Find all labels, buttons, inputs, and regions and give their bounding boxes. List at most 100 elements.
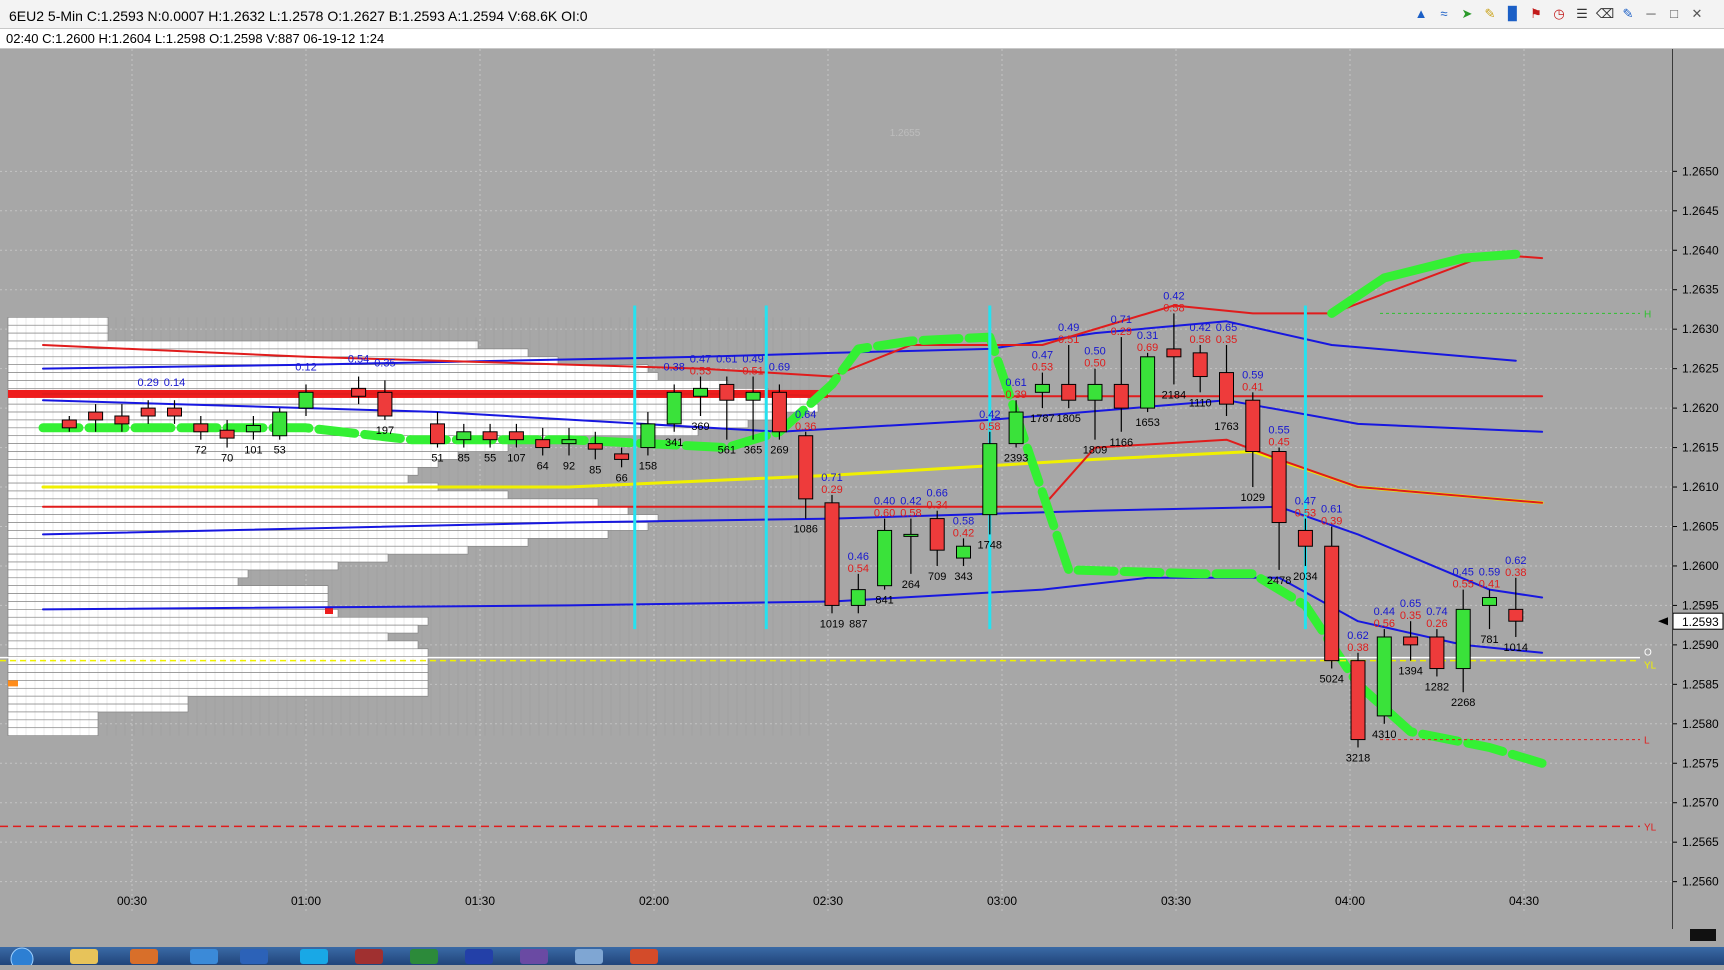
candle-bid-ratio: 0.69 (1137, 342, 1158, 354)
candle-bid-ratio: 0.35 (1400, 610, 1421, 622)
price-chart[interactable]: 1.2650 1.2645 1.2640 1.2635 1.2630 1.2625 1.26… (0, 49, 1724, 929)
time-tick-label: 03:30 (1161, 894, 1191, 908)
volume-profile-row (7, 498, 599, 508)
candle-volume: 269 (770, 445, 788, 457)
restore-icon[interactable]: □ (1665, 5, 1683, 23)
candle-down (219, 429, 235, 439)
candle-volume: 66 (615, 472, 627, 484)
candle-volume: 1029 (1241, 492, 1265, 504)
candle-down (377, 391, 393, 417)
candle-down (508, 431, 524, 441)
time-tick-label: 00:30 (117, 894, 147, 908)
candle-up (1376, 636, 1392, 717)
candle-volume: 1086 (793, 524, 817, 536)
candle-bid-ratio: 0.51 (1058, 334, 1079, 346)
close-icon[interactable]: ✕ (1688, 5, 1706, 23)
candle-ask-ratio: 0.38 (663, 361, 684, 373)
cursor-icon[interactable]: ▲ (1412, 5, 1430, 23)
p-app-icon[interactable] (465, 949, 493, 964)
volume-profile-row (7, 466, 419, 476)
media-icon[interactable] (130, 949, 158, 964)
candle-bid-ratio: 0.35 (1216, 334, 1237, 346)
price-tick-label: 1.2595 (1682, 598, 1719, 612)
chart-app-icon[interactable] (410, 949, 438, 964)
volume-profile-row (7, 553, 389, 563)
candle-volume: 1394 (1398, 666, 1422, 678)
draw-icon[interactable]: ≈ (1435, 5, 1453, 23)
candle-up (456, 431, 472, 441)
candle-ask-ratio: 0.61 (716, 354, 737, 366)
candle-ask-ratio: 0.47 (1295, 496, 1316, 508)
clock-icon[interactable]: ◷ (1550, 5, 1568, 23)
candle-down (798, 435, 814, 500)
candle-ask-ratio: 0.58 (953, 515, 974, 527)
candle-bid-ratio: 0.29 (1111, 326, 1132, 338)
candle-bid-ratio: 0.51 (742, 366, 763, 378)
app4-icon[interactable] (575, 949, 603, 964)
title-bar: 6EU2 5-Min C:1.2593 N:0.0007 H:1.2632 L:… (0, 0, 1724, 29)
candle-down (1245, 399, 1261, 453)
trash-icon[interactable]: ⌫ (1596, 5, 1614, 23)
app2-icon[interactable] (355, 949, 383, 964)
candle-down (1271, 451, 1287, 524)
price-tick-label: 1.2585 (1682, 677, 1719, 691)
candle-volume: 1748 (978, 539, 1002, 551)
candle-bid-ratio: 0.53 (1295, 508, 1316, 520)
candle-bid-ratio: 0.38 (1347, 642, 1368, 654)
last-price-arrow (1658, 617, 1668, 626)
candle-volume: 1282 (1425, 681, 1449, 693)
price-tick-label: 1.2590 (1682, 638, 1719, 652)
candle-bid-ratio: 0.55 (1452, 579, 1473, 591)
m-app-icon[interactable] (630, 949, 658, 964)
app3-icon[interactable] (520, 949, 548, 964)
candle-ask-ratio: 0.42 (1163, 290, 1184, 302)
high-label: H (1644, 309, 1651, 320)
candle-bid-ratio: 0.34 (926, 500, 947, 512)
candle-bid-ratio: 0.60 (874, 508, 895, 520)
price-tick-label: 1.2635 (1682, 283, 1719, 297)
list-icon[interactable]: ☰ (1573, 5, 1591, 23)
candle-ask-ratio: 0.45 (1452, 567, 1473, 579)
app-icon[interactable] (190, 949, 218, 964)
scroll-corner[interactable] (1690, 929, 1716, 941)
candle-down (88, 411, 104, 421)
volume-profile-row (7, 624, 419, 634)
volume-profile-row (7, 332, 109, 342)
candle-bid-ratio: 0.56 (1374, 618, 1395, 630)
arrow-tool-icon[interactable]: ➤ (1458, 5, 1476, 23)
browser-icon[interactable] (240, 949, 268, 964)
chart-toolbar: ▲ ≈ ➤ ✎ ▉ ⚑ ◷ ☰ ⌫ ✎ ─ □ ✕ (1412, 5, 1706, 23)
ruler-icon[interactable]: ✎ (1619, 5, 1637, 23)
candle-ask-ratio: 0.69 (769, 361, 790, 373)
candle-volume: 1763 (1214, 421, 1238, 433)
candle-bid-ratio: 0.58 (1189, 334, 1210, 346)
price-tick-label: 1.2605 (1682, 519, 1719, 533)
skype-icon[interactable] (300, 949, 328, 964)
candle-ask-ratio: 0.50 (1084, 346, 1105, 358)
candle-volume: 709 (928, 571, 946, 583)
candle-volume: 2393 (1004, 453, 1028, 465)
flag-icon[interactable]: ⚑ (1527, 5, 1545, 23)
time-tick-label: 04:00 (1335, 894, 1365, 908)
candle-volume: 1110 (1189, 397, 1212, 409)
last-price-label: 1.2593 (1682, 615, 1719, 629)
candle-bid-ratio: 0.50 (1084, 358, 1105, 370)
candle-up (903, 533, 919, 537)
volume-profile-row (7, 585, 329, 594)
yl-lower-label: YL (1644, 822, 1657, 833)
candle-up (272, 411, 288, 437)
candle-up (693, 387, 708, 397)
candle-ask-ratio: 0.55 (1268, 425, 1289, 437)
volume-profile-row (7, 506, 629, 515)
candle-ask-ratio: 0.42 (900, 496, 921, 508)
open-label: O (1644, 648, 1652, 659)
candle-ask-ratio: 0.29 (137, 377, 158, 389)
candle-down (1166, 348, 1182, 358)
bar-chart-icon[interactable]: ▉ (1504, 5, 1522, 23)
folder-icon[interactable] (70, 949, 98, 964)
start-button[interactable] (2, 947, 42, 970)
candle-ask-ratio: 0.44 (1374, 606, 1395, 618)
candle-volume: 1166 (1109, 437, 1133, 449)
minimize-icon[interactable]: ─ (1642, 5, 1660, 23)
pencil-icon[interactable]: ✎ (1481, 5, 1499, 23)
